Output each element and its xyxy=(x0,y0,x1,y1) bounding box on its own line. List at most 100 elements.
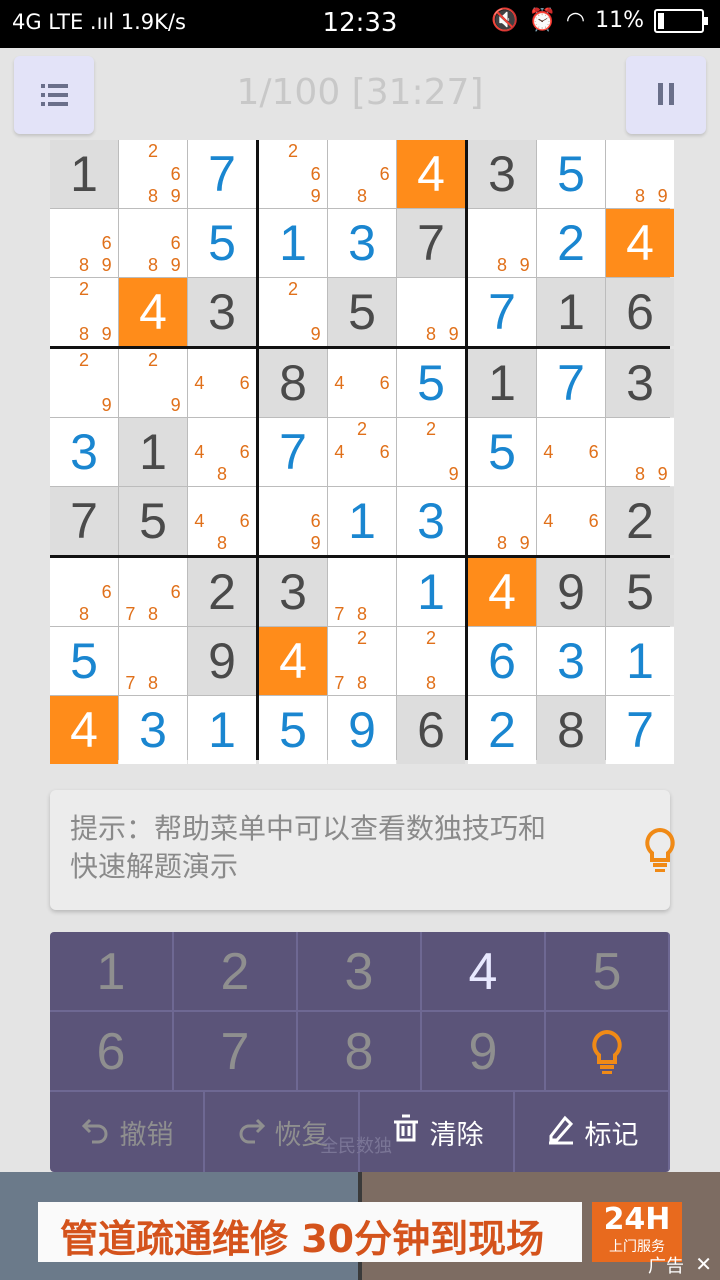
sudoku-cell[interactable]: 2 xyxy=(606,487,674,555)
sudoku-cell[interactable]: 3 xyxy=(259,558,327,626)
sudoku-cell[interactable]: 8 xyxy=(259,349,327,417)
sudoku-cell[interactable]: 2689 xyxy=(119,140,187,208)
sudoku-cell[interactable]: 1 xyxy=(119,418,187,486)
sudoku-cell[interactable]: 3 xyxy=(328,209,396,277)
sudoku-cell[interactable]: 689 xyxy=(119,209,187,277)
sudoku-cell[interactable]: 7 xyxy=(397,209,465,277)
sudoku-cell[interactable]: 1 xyxy=(397,558,465,626)
digit-key-6[interactable]: 6 xyxy=(50,1012,174,1092)
sudoku-cell[interactable]: 29 xyxy=(397,418,465,486)
digit-key-9[interactable]: 9 xyxy=(422,1012,546,1092)
sudoku-cell[interactable]: 24 6 xyxy=(328,418,396,486)
sudoku-cell[interactable]: 3 xyxy=(397,487,465,555)
sudoku-cell[interactable]: 46 xyxy=(537,487,605,555)
sudoku-cell[interactable]: 5 xyxy=(259,696,327,764)
sudoku-cell[interactable]: 29 xyxy=(119,349,187,417)
sudoku-cell[interactable]: 7 xyxy=(50,487,118,555)
pencil-button[interactable]: 标记 xyxy=(515,1092,670,1172)
sudoku-cell[interactable]: 3 xyxy=(50,418,118,486)
sudoku-cell[interactable]: 5 xyxy=(468,418,536,486)
sudoku-cell[interactable]: 46 xyxy=(188,349,256,417)
digit-key-5[interactable]: 5 xyxy=(546,932,670,1012)
sudoku-cell[interactable]: 4 xyxy=(606,209,674,277)
sudoku-cell[interactable]: 1 xyxy=(606,627,674,695)
sudoku-cell[interactable]: 5 xyxy=(537,140,605,208)
sudoku-cell[interactable]: 29 xyxy=(259,278,327,346)
sudoku-cell[interactable]: 3 xyxy=(537,627,605,695)
sudoku-cell[interactable]: 5 xyxy=(397,349,465,417)
sudoku-cell[interactable]: 9 xyxy=(537,558,605,626)
sudoku-cell[interactable]: 2 89 xyxy=(50,278,118,346)
sudoku-cell[interactable]: 7 xyxy=(537,349,605,417)
lightbulb-icon[interactable] xyxy=(640,826,680,874)
sudoku-cell[interactable]: 46 xyxy=(537,418,605,486)
sudoku-cell[interactable]: 7 xyxy=(468,278,536,346)
sudoku-cell[interactable]: 46 xyxy=(328,349,396,417)
sudoku-cell[interactable]: 3 xyxy=(606,349,674,417)
sudoku-cell[interactable]: 7 xyxy=(259,418,327,486)
sudoku-cell[interactable]: 1 xyxy=(50,140,118,208)
sudoku-cell[interactable]: 89 xyxy=(606,418,674,486)
sudoku-cell[interactable]: 2 xyxy=(537,209,605,277)
sudoku-cell[interactable]: 6 xyxy=(606,278,674,346)
sudoku-cell[interactable]: 7 xyxy=(188,140,256,208)
undo-button[interactable]: 撤销 xyxy=(50,1092,205,1172)
sudoku-cell[interactable]: 4 68 xyxy=(188,418,256,486)
sudoku-cell[interactable]: 68 xyxy=(328,140,396,208)
sudoku-cell[interactable]: 3 xyxy=(119,696,187,764)
sudoku-cell[interactable]: 2 xyxy=(468,696,536,764)
cell-value: 5 xyxy=(70,633,98,689)
sudoku-cell[interactable]: 2 78 xyxy=(328,627,396,695)
ad-close-button[interactable]: ✕ xyxy=(695,1252,712,1276)
candidate-mark: 8 xyxy=(425,673,436,694)
sudoku-cell[interactable]: 69 xyxy=(259,487,327,555)
sudoku-cell[interactable]: 5 xyxy=(328,278,396,346)
sudoku-cell[interactable]: 689 xyxy=(50,209,118,277)
sudoku-cell[interactable]: 89 xyxy=(468,487,536,555)
digit-key-3[interactable]: 3 xyxy=(298,932,422,1012)
sudoku-cell[interactable]: 29 xyxy=(50,349,118,417)
sudoku-cell[interactable]: 6 xyxy=(397,696,465,764)
sudoku-cell[interactable]: 6 78 xyxy=(119,558,187,626)
sudoku-cell[interactable]: 1 xyxy=(188,696,256,764)
sudoku-cell[interactable]: 2 xyxy=(188,558,256,626)
sudoku-cell[interactable]: 78 xyxy=(119,627,187,695)
sudoku-cell[interactable]: 5 xyxy=(119,487,187,555)
sudoku-cell[interactable]: 1 xyxy=(537,278,605,346)
sudoku-cell[interactable]: 3 xyxy=(188,278,256,346)
cell-value: 5 xyxy=(417,355,445,411)
digit-key-1[interactable]: 1 xyxy=(50,932,174,1012)
sudoku-cell[interactable]: 4 xyxy=(119,278,187,346)
sudoku-cell[interactable]: 4 68 xyxy=(188,487,256,555)
sudoku-cell[interactable]: 269 xyxy=(259,140,327,208)
sudoku-cell[interactable]: 4 xyxy=(468,558,536,626)
sudoku-cell[interactable]: 1 xyxy=(328,487,396,555)
hint-key[interactable] xyxy=(546,1012,670,1092)
sudoku-cell[interactable]: 89 xyxy=(468,209,536,277)
sudoku-cell[interactable]: 89 xyxy=(397,278,465,346)
sudoku-cell[interactable]: 1 xyxy=(259,209,327,277)
sudoku-cell[interactable]: 68 xyxy=(50,558,118,626)
sudoku-cell[interactable]: 1 xyxy=(468,349,536,417)
sudoku-cell[interactable]: 6 xyxy=(468,627,536,695)
sudoku-cell[interactable]: 5 xyxy=(606,558,674,626)
digit-key-8[interactable]: 8 xyxy=(298,1012,422,1092)
digit-key-4[interactable]: 4 xyxy=(422,932,546,1012)
digit-key-7[interactable]: 7 xyxy=(174,1012,298,1092)
sudoku-cell[interactable]: 5 xyxy=(50,627,118,695)
sudoku-cell[interactable]: 7 xyxy=(606,696,674,764)
sudoku-cell[interactable]: 4 xyxy=(259,627,327,695)
sudoku-cell[interactable]: 78 xyxy=(328,558,396,626)
sudoku-cell[interactable]: 5 xyxy=(188,209,256,277)
sudoku-cell[interactable]: 4 xyxy=(397,140,465,208)
sudoku-cell[interactable]: 3 xyxy=(468,140,536,208)
sudoku-cell[interactable]: 89 xyxy=(606,140,674,208)
sudoku-cell[interactable]: 9 xyxy=(188,627,256,695)
ad-banner[interactable]: 管道疏通维修 30分钟到现场 24H 上门服务 广告 ✕ xyxy=(0,1172,720,1280)
sudoku-cell[interactable]: 9 xyxy=(328,696,396,764)
digit-key-2[interactable]: 2 xyxy=(174,932,298,1012)
pause-button[interactable] xyxy=(626,56,706,134)
sudoku-cell[interactable]: 28 xyxy=(397,627,465,695)
sudoku-cell[interactable]: 8 xyxy=(537,696,605,764)
sudoku-cell[interactable]: 4 xyxy=(50,696,118,764)
